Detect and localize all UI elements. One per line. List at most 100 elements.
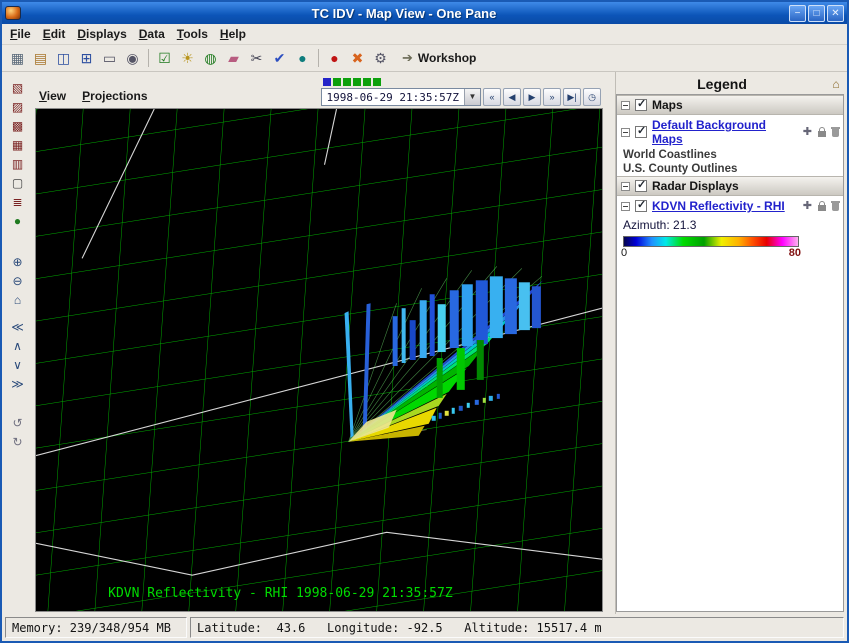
save-favorite-icon[interactable]: ⊞ bbox=[75, 47, 98, 69]
show-dashboard-icon[interactable]: ▦ bbox=[6, 47, 29, 69]
panel-divider[interactable] bbox=[603, 72, 615, 614]
row-actions: ✚ bbox=[803, 201, 839, 211]
content-area: ▧ ▨ ▩ ▦ ▥ ▢ ≣ ● ⊕ ⊖ ⌂ ≪ ∧ ∨ ≫ ↺ ↻ View P… bbox=[2, 72, 847, 614]
minimize-button[interactable]: − bbox=[789, 5, 806, 22]
workshop-arrow-icon: ➔ bbox=[402, 50, 413, 66]
transect-view-icon[interactable]: ▩ bbox=[9, 118, 27, 135]
globe-view-icon[interactable]: ▨ bbox=[9, 99, 27, 116]
lock-icon[interactable] bbox=[818, 131, 826, 137]
view-menus: View Projections bbox=[39, 89, 148, 106]
section-title: Radar Displays bbox=[652, 179, 739, 193]
eraser-icon[interactable]: ▰ bbox=[222, 47, 245, 69]
select-region-icon[interactable]: ▢ bbox=[9, 175, 27, 192]
titlebar: TC IDV - Map View - One Pane − □ ✕ bbox=[2, 2, 847, 24]
time-step[interactable] bbox=[323, 78, 331, 86]
legend-body: Maps Default Background Maps ✚ World Coa… bbox=[616, 94, 844, 612]
time-step[interactable] bbox=[373, 78, 381, 86]
map-canvas: KDVN Reflectivity - RHI 1998-06-29 21:35… bbox=[36, 109, 602, 611]
tilt-up-icon[interactable]: ∧ bbox=[9, 338, 27, 355]
map-panel: View Projections 1998-06-29 21:35: bbox=[33, 72, 603, 614]
view-list-icon[interactable]: ≣ bbox=[9, 194, 27, 211]
lock-icon[interactable] bbox=[818, 205, 826, 211]
workshop-button[interactable]: ➔ Workshop bbox=[402, 50, 476, 66]
rotate-left-icon[interactable]: ≪ bbox=[9, 319, 27, 336]
move-icon[interactable]: ✚ bbox=[803, 201, 812, 211]
play-button[interactable]: ▶ bbox=[523, 88, 541, 106]
settings-icon[interactable]: ⚙ bbox=[369, 47, 392, 69]
move-icon[interactable]: ✚ bbox=[803, 127, 812, 137]
record-movie-icon[interactable]: ● bbox=[323, 47, 346, 69]
globe-display-icon[interactable]: ● bbox=[291, 47, 314, 69]
home-view-icon[interactable]: ⌂ bbox=[9, 292, 27, 309]
rotate-right-icon[interactable]: ≫ bbox=[9, 376, 27, 393]
map-view-icon[interactable]: ▧ bbox=[9, 80, 27, 97]
visibility-checkbox[interactable] bbox=[635, 200, 647, 212]
layout-view-icon[interactable]: ▥ bbox=[9, 156, 27, 173]
view-menu[interactable]: View bbox=[39, 89, 66, 103]
visibility-checkbox[interactable] bbox=[635, 99, 647, 111]
current-time: 1998-06-29 21:35:57Z bbox=[322, 89, 464, 105]
collapse-icon[interactable] bbox=[621, 101, 630, 110]
zoom-out-icon[interactable]: ⊖ bbox=[9, 273, 27, 290]
map-display[interactable]: KDVN Reflectivity - RHI 1998-06-29 21:35… bbox=[35, 108, 603, 612]
print-icon[interactable]: ▭ bbox=[98, 47, 121, 69]
azimuth-readout: Azimuth: 21.3 bbox=[617, 215, 843, 234]
toolbar-separator bbox=[148, 49, 149, 67]
visibility-checkbox[interactable] bbox=[635, 180, 647, 192]
workshop-label: Workshop bbox=[418, 51, 476, 65]
close-button[interactable]: ✕ bbox=[827, 5, 844, 22]
go-to-start-button[interactable]: « bbox=[483, 88, 501, 106]
time-step[interactable] bbox=[333, 78, 341, 86]
projections-menu[interactable]: Projections bbox=[82, 89, 147, 103]
float-legend-icon[interactable]: ⌂ bbox=[828, 77, 844, 91]
visibility-checkbox[interactable] bbox=[635, 126, 647, 138]
chevron-down-icon[interactable]: ▼ bbox=[464, 89, 480, 105]
menu-file[interactable]: File bbox=[6, 25, 39, 43]
time-controls: 1998-06-29 21:35:57Z ▼ « ◀ ▶ » ▶| ◷ bbox=[321, 88, 601, 106]
data-choosers-icon[interactable]: ☀ bbox=[176, 47, 199, 69]
menu-edit[interactable]: Edit bbox=[39, 25, 74, 43]
toolbar: ▦ ▤ ◫ ⊞ ▭ ◉ ☑ ☀ ◍ ▰ ✂ ✔ ● ● ✖ ⚙ ➔ Worksh… bbox=[2, 45, 847, 72]
redo-icon[interactable]: ↻ bbox=[9, 434, 27, 451]
legend-row-default-maps: Default Background Maps ✚ bbox=[617, 115, 843, 148]
display-controls-icon[interactable]: ◍ bbox=[199, 47, 222, 69]
step-forward-button[interactable]: » bbox=[543, 88, 561, 106]
menu-displays[interactable]: Displays bbox=[73, 25, 134, 43]
step-back-button[interactable]: ◀ bbox=[503, 88, 521, 106]
window-title: TC IDV - Map View - One Pane bbox=[21, 6, 787, 21]
legend-section-radar: Radar Displays bbox=[617, 176, 843, 196]
reflectivity-colorbar[interactable] bbox=[623, 236, 799, 247]
go-to-end-button[interactable]: ▶| bbox=[563, 88, 581, 106]
time-combobox[interactable]: 1998-06-29 21:35:57Z ▼ bbox=[321, 88, 481, 106]
county-outlines bbox=[36, 109, 602, 611]
legend-header: Legend ⌂ bbox=[616, 74, 844, 94]
tilt-down-icon[interactable]: ∨ bbox=[9, 357, 27, 374]
collapse-icon[interactable] bbox=[621, 202, 630, 211]
grid-view-icon[interactable]: ▦ bbox=[9, 137, 27, 154]
menu-help[interactable]: Help bbox=[216, 25, 254, 43]
menu-data[interactable]: Data bbox=[135, 25, 173, 43]
capture-image-icon[interactable]: ◉ bbox=[121, 47, 144, 69]
drawing-icon[interactable]: ✔ bbox=[268, 47, 291, 69]
open-bundle-icon[interactable]: ▤ bbox=[29, 47, 52, 69]
menu-tools[interactable]: Tools bbox=[173, 25, 216, 43]
collapse-icon[interactable] bbox=[621, 182, 630, 191]
zoom-in-icon[interactable]: ⊕ bbox=[9, 254, 27, 271]
delete-icon[interactable] bbox=[832, 203, 839, 211]
time-step[interactable] bbox=[363, 78, 371, 86]
time-step[interactable] bbox=[343, 78, 351, 86]
time-step[interactable] bbox=[353, 78, 361, 86]
default-background-maps-link[interactable]: Default Background Maps bbox=[652, 118, 798, 146]
save-bundle-icon[interactable]: ◫ bbox=[52, 47, 75, 69]
delete-icon[interactable] bbox=[832, 129, 839, 137]
remove-displays-icon[interactable]: ✖ bbox=[346, 47, 369, 69]
collapse-icon[interactable] bbox=[621, 128, 630, 137]
cut-icon[interactable]: ✂ bbox=[245, 47, 268, 69]
time-animation-widget: 1998-06-29 21:35:57Z ▼ « ◀ ▶ » ▶| ◷ bbox=[321, 78, 601, 106]
animation-properties-button[interactable]: ◷ bbox=[583, 88, 601, 106]
field-selector-icon[interactable]: ☑ bbox=[153, 47, 176, 69]
maximize-button[interactable]: □ bbox=[808, 5, 825, 22]
globe-toggle-icon[interactable]: ● bbox=[9, 213, 27, 230]
kdvn-reflectivity-link[interactable]: KDVN Reflectivity - RHI bbox=[652, 199, 785, 213]
undo-icon[interactable]: ↺ bbox=[9, 415, 27, 432]
